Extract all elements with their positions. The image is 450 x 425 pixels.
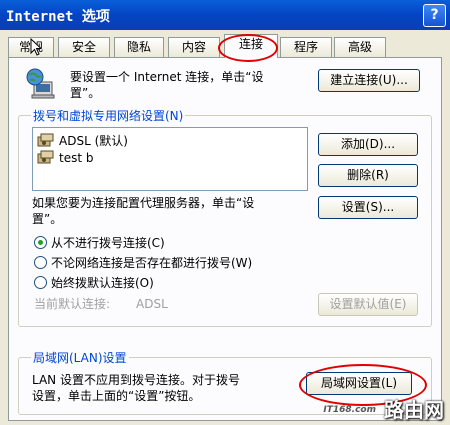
add-button[interactable]: 添加(D)... [318, 133, 418, 156]
internet-connection-icon [26, 68, 55, 99]
radio-circle [34, 256, 47, 269]
radio-label: 从不进行拨号连接(C) [51, 236, 165, 250]
mouse-cursor-icon [30, 38, 42, 56]
dialup-connection-icon [37, 150, 54, 164]
tab-advanced[interactable]: 高级 [334, 37, 386, 57]
proxy-text-line2: 置”。 [32, 212, 63, 226]
connection-name: ADSL (默认) [59, 134, 128, 148]
setup-text-line1: 要设置一个 Internet 连接，单击“设 [70, 70, 264, 84]
window-title: Internet 选项 [6, 9, 110, 25]
tab-content[interactable]: 内容 [168, 37, 220, 57]
tab-privacy[interactable]: 隐私 [114, 37, 164, 57]
lan-text-line1: LAN 设置不应用到拨号连接。对于拨号 [32, 373, 240, 387]
dialup-connection-icon [37, 133, 54, 146]
help-button[interactable]: ? [423, 4, 446, 27]
setup-connection-button[interactable]: 建立连接(U)... [318, 69, 420, 92]
connections-listbox[interactable]: ADSL (默认) test b [32, 127, 308, 191]
delete-button[interactable]: 删除(R) [318, 164, 418, 187]
radio-circle [34, 236, 47, 249]
lan-text-line2: 设置，单击上面的“设置”按钮。 [32, 389, 201, 403]
list-item[interactable]: test b [37, 150, 93, 166]
radio-never-dial[interactable]: 从不进行拨号连接(C) [34, 234, 165, 251]
current-default-value: ADSL [136, 297, 168, 311]
radio-label: 不论网络连接是否存在都进行拨号(W) [51, 256, 253, 270]
connection-name: test b [59, 151, 94, 165]
tab-programs[interactable]: 程序 [280, 37, 332, 57]
proxy-settings-button[interactable]: 设置(S)... [318, 196, 418, 219]
lan-group-title: 局域网(LAN)设置 [31, 349, 129, 366]
set-default-button[interactable]: 设置默认值(E) [318, 293, 418, 316]
title-bar: Internet 选项 ? [0, 0, 450, 30]
watermark-site: IT168.com [323, 405, 376, 415]
watermark-text: 路由网 [384, 398, 444, 422]
list-item[interactable]: ADSL (默认) [37, 132, 128, 149]
radio-circle [34, 276, 47, 289]
dialup-group-title: 拨号和虚拟专用网络设置(N) [31, 107, 186, 124]
tab-security[interactable]: 安全 [58, 37, 110, 57]
radio-dial-when-no-network[interactable]: 不论网络连接是否存在都进行拨号(W) [34, 254, 252, 271]
proxy-text-line1: 如果您要为连接配置代理服务器，单击“设 [32, 196, 255, 210]
highlight-oval-tab [218, 34, 278, 62]
radio-always-dial-default[interactable]: 始终拨默认连接(O) [34, 274, 154, 291]
current-default-label: 当前默认连接: [34, 297, 111, 311]
setup-text-line2: 置”。 [70, 86, 101, 100]
radio-label: 始终拨默认连接(O) [51, 276, 154, 290]
